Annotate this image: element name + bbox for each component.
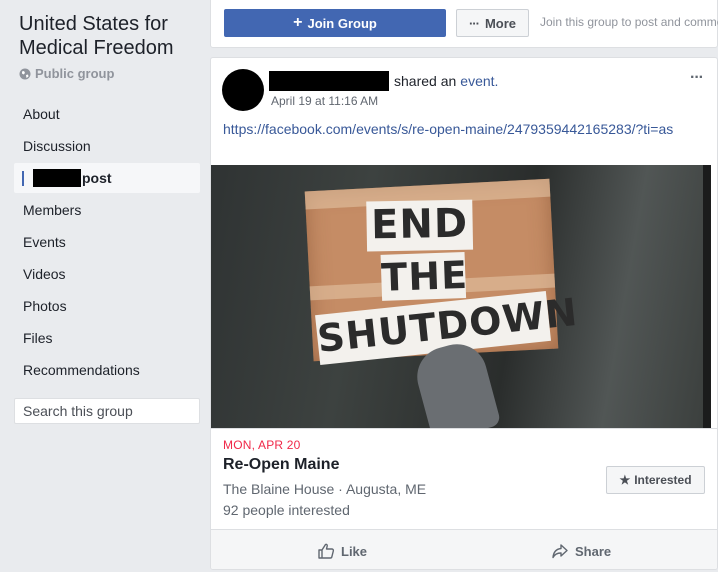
interested-label: Interested: [634, 473, 692, 487]
sidebar-item-recommendations[interactable]: Recommendations: [14, 355, 200, 385]
plus-icon: +: [293, 14, 303, 31]
share-arrow-icon: [552, 544, 568, 559]
protest-sign-image: END THE SHUTDOWN: [304, 178, 580, 365]
sign-word: END: [366, 199, 474, 252]
thumbs-up-icon: [318, 543, 335, 559]
event-location: The Blaine House · Augusta, ME: [223, 481, 427, 497]
sidebar-item-label: Files: [23, 330, 53, 346]
sidebar-item-label: Discussion: [23, 138, 91, 154]
event-title[interactable]: Re-Open Maine: [223, 456, 339, 474]
shared-text: shared an: [394, 73, 457, 89]
sidebar-item-about[interactable]: About: [14, 99, 200, 129]
redaction-block: [33, 169, 81, 187]
more-dots-icon: ···: [468, 15, 480, 31]
sidebar-item-files[interactable]: Files: [14, 323, 200, 353]
sidebar-item-label: post: [82, 170, 112, 186]
join-group-button[interactable]: + Join Group: [224, 9, 446, 37]
sidebar-item-label: Photos: [23, 298, 67, 314]
sidebar-item-members[interactable]: Members: [14, 195, 200, 225]
group-nav: About Discussion post Members Events Vid…: [14, 99, 200, 387]
post-action-bar: Like Share: [211, 529, 717, 569]
search-input[interactable]: [23, 403, 204, 419]
group-search: [14, 398, 204, 424]
group-title[interactable]: United States for Medical Freedom: [19, 12, 204, 60]
globe-icon: [19, 68, 31, 79]
group-privacy-label: Public group: [35, 66, 115, 81]
event-date: MON, APR 20: [223, 438, 301, 452]
group-actions-card: + Join Group ··· More Join this group to…: [210, 0, 718, 48]
group-privacy: Public group: [19, 66, 114, 81]
share-button[interactable]: Share: [551, 538, 611, 564]
star-icon: ★: [619, 473, 631, 487]
join-hint: Join this group to post and comment.: [540, 15, 718, 29]
sidebar-item-events[interactable]: Events: [14, 227, 200, 257]
event-cover-image[interactable]: END THE SHUTDOWN: [211, 165, 711, 428]
sidebar-item-label: About: [23, 106, 60, 122]
sign-word: THE: [380, 251, 469, 301]
sidebar-item-discussion[interactable]: Discussion: [14, 131, 200, 161]
post-url-link[interactable]: https://facebook.com/events/s/re-open-ma…: [223, 120, 693, 139]
group-sidebar: United States for Medical Freedom Public…: [0, 0, 210, 572]
post-card: shared an event. April 19 at 11:16 AM ··…: [210, 57, 718, 570]
sidebar-item-label: Members: [23, 202, 82, 218]
more-button[interactable]: ··· More: [456, 9, 529, 37]
post-options-icon[interactable]: ···: [690, 69, 704, 87]
share-label: Share: [575, 543, 612, 559]
event-details[interactable]: MON, APR 20 Re-Open Maine The Blaine Hou…: [211, 428, 717, 528]
join-group-label: Join Group: [307, 15, 377, 31]
image-edge: [703, 165, 711, 428]
sidebar-item-label: Events: [23, 234, 66, 250]
redacted-author-name[interactable]: [269, 71, 389, 91]
avatar[interactable]: [222, 69, 264, 111]
event-interested-count: 92 people interested: [223, 502, 350, 518]
sidebar-item-label: Recommendations: [23, 362, 140, 378]
sidebar-item-post[interactable]: post: [14, 163, 200, 193]
post-header: shared an event.: [269, 71, 498, 91]
interested-button[interactable]: ★ Interested: [606, 466, 705, 494]
sidebar-item-photos[interactable]: Photos: [14, 291, 200, 321]
event-link[interactable]: event.: [460, 73, 498, 89]
post-timestamp[interactable]: April 19 at 11:16 AM: [271, 94, 378, 108]
sidebar-item-label: Videos: [23, 266, 66, 282]
like-label: Like: [341, 543, 368, 559]
more-label: More: [484, 15, 517, 31]
like-button[interactable]: Like: [317, 538, 367, 564]
sidebar-item-videos[interactable]: Videos: [14, 259, 200, 289]
